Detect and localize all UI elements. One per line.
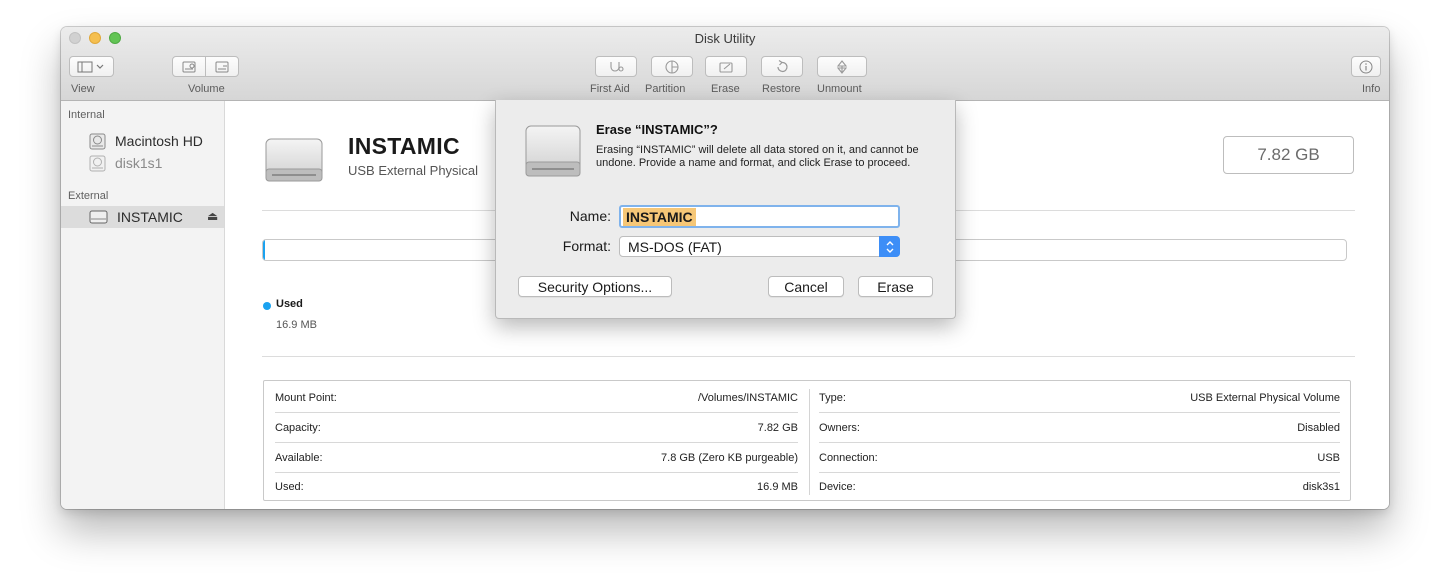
info-value: Disabled (1297, 422, 1340, 434)
format-select-value: MS-DOS (FAT) (628, 238, 722, 255)
internal-disk-icon (89, 155, 106, 171)
sidebar-heading-external: External (68, 190, 109, 202)
info-key: Type: (819, 392, 846, 404)
remove-volume-button[interactable] (205, 56, 239, 77)
info-value: /Volumes/INSTAMIC (697, 392, 798, 404)
sidebar-item-macintosh-hd[interactable]: Macintosh HD (61, 130, 224, 152)
info-value: 7.82 GB (757, 422, 798, 434)
stethoscope-icon (610, 61, 624, 72)
table-row: Connection: USB (819, 443, 1340, 473)
name-field-value: INSTAMIC (623, 207, 696, 226)
view-button[interactable] (69, 56, 114, 77)
first-aid-button[interactable] (595, 56, 637, 77)
view-label: View (71, 83, 95, 95)
eject-icon[interactable]: ⏏ (207, 209, 218, 223)
unmount-button[interactable] (817, 56, 867, 77)
unmount-label: Unmount (817, 83, 862, 95)
info-value: USB External Physical Volume (1190, 392, 1340, 404)
sidebar-item-label: disk1s1 (115, 155, 163, 171)
remove-volume-icon (215, 61, 229, 72)
partition-icon (665, 59, 679, 74)
divider (262, 356, 1355, 357)
erase-dialog: Erase “INSTAMIC”? Erasing “INSTAMIC” wil… (495, 100, 956, 319)
name-field-label: Name: (569, 208, 611, 224)
table-row: Mount Point: /Volumes/INSTAMIC (275, 383, 798, 413)
erase-toolbar-button[interactable] (705, 56, 747, 77)
info-button[interactable] (1351, 56, 1381, 77)
disk-icon (525, 125, 581, 177)
restore-icon (777, 59, 788, 72)
name-field[interactable]: INSTAMIC (619, 205, 900, 228)
page: Disk Utility View Volume First Aid Parti… (0, 0, 1445, 574)
info-value: disk3s1 (1302, 481, 1340, 493)
erase-toolbar-label: Erase (711, 83, 740, 95)
used-legend-value: 16.9 MB (276, 319, 317, 331)
security-options-button[interactable]: Security Options... (518, 276, 672, 297)
sidebar-heading-internal: Internal (68, 109, 105, 121)
sidebar-item-label: INSTAMIC (117, 209, 183, 225)
volume-subtitle: USB External Physical (348, 163, 479, 178)
internal-disk-icon (89, 133, 106, 149)
format-select[interactable]: MS-DOS (FAT) (619, 236, 900, 257)
toolbar: Disk Utility View Volume First Aid Parti… (61, 27, 1389, 101)
info-value: 7.8 GB (Zero KB purgeable) (661, 452, 798, 464)
info-table: Mount Point: /Volumes/INSTAMIC Capacity:… (263, 380, 1351, 501)
table-row: Owners: Disabled (819, 413, 1340, 443)
unmount-icon (836, 59, 848, 74)
info-key: Connection: (819, 452, 878, 464)
dialog-title: Erase “INSTAMIC”? (596, 122, 718, 137)
restore-label: Restore (762, 83, 801, 95)
erase-icon (719, 61, 733, 73)
info-icon (1359, 60, 1373, 73)
info-label: Info (1362, 83, 1381, 95)
table-row: Capacity: 7.82 GB (275, 413, 798, 443)
table-row: Available: 7.8 GB (Zero KB purgeable) (275, 443, 798, 473)
sidebar-item-label: Macintosh HD (115, 133, 203, 149)
table-row: Used: 16.9 MB (275, 472, 798, 502)
sidebar-item-disk1s1[interactable]: disk1s1 (61, 152, 224, 174)
sidebar-toggle-icon (77, 61, 103, 72)
sidebar: Internal Macintosh HD disk1s1 External I… (61, 101, 225, 509)
select-stepper-icon (879, 236, 900, 257)
volume-name: INSTAMIC (348, 133, 460, 159)
external-disk-icon (89, 210, 108, 224)
volume-disk-icon (265, 138, 323, 182)
capacity-badge: 7.82 GB (1223, 136, 1354, 174)
dialog-message: Erasing “INSTAMIC” will delete all data … (596, 144, 919, 169)
sidebar-item-instamic[interactable]: INSTAMIC ⏏ (61, 206, 224, 228)
format-field-label: Format: (562, 238, 611, 254)
info-key: Capacity: (275, 422, 321, 434)
partition-label: Partition (645, 83, 686, 95)
add-volume-icon (182, 61, 196, 72)
restore-button[interactable] (761, 56, 803, 77)
info-key: Mount Point: (275, 392, 337, 404)
used-legend-dot (263, 302, 271, 310)
usage-bar-used-segment (263, 240, 266, 260)
column-divider (809, 389, 810, 495)
erase-button[interactable]: Erase (858, 276, 933, 297)
table-row: Type: USB External Physical Volume (819, 383, 1340, 413)
add-volume-button[interactable] (172, 56, 206, 77)
info-key: Used: (275, 481, 304, 493)
info-key: Device: (819, 481, 856, 493)
info-key: Available: (275, 452, 323, 464)
used-legend-label: Used (276, 298, 303, 310)
info-value: 16.9 MB (757, 481, 798, 493)
first-aid-label: First Aid (590, 83, 630, 95)
info-value: USB (1317, 452, 1340, 464)
info-key: Owners: (819, 422, 860, 434)
partition-button[interactable] (651, 56, 693, 77)
volume-label: Volume (188, 83, 225, 95)
table-row: Device: disk3s1 (819, 472, 1340, 502)
window-title: Disk Utility (694, 31, 756, 46)
cancel-button[interactable]: Cancel (768, 276, 844, 297)
